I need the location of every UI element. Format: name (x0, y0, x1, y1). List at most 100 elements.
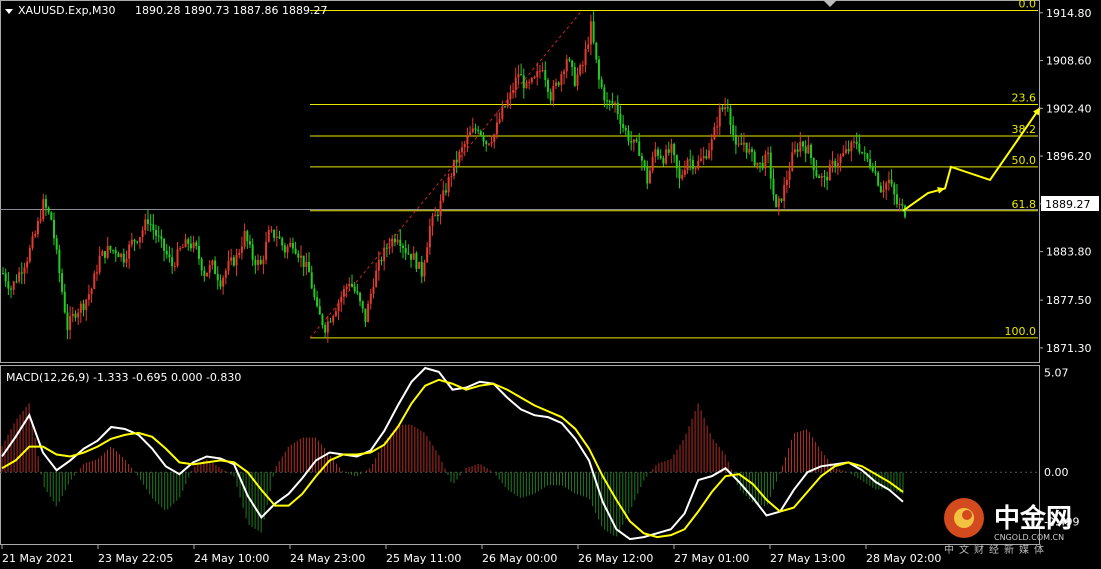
candle-body (718, 107, 721, 127)
candle-body (66, 312, 69, 330)
candle-body (77, 312, 80, 318)
candle-body (831, 160, 834, 165)
candle-body (525, 82, 528, 89)
candle-body (571, 60, 574, 68)
candle-body (431, 216, 434, 227)
candle-body (855, 141, 858, 144)
candle-body (756, 162, 759, 166)
candle-body (726, 107, 729, 109)
candle-body (302, 255, 305, 268)
candle-body (769, 152, 772, 179)
candle-body (399, 239, 402, 246)
candle-body (842, 153, 845, 157)
time-axis-label: 21 May 2021 (2, 552, 74, 565)
candle-body (879, 185, 882, 193)
candle-body (796, 149, 799, 152)
candle-body (807, 144, 810, 154)
candle-body (235, 255, 238, 266)
candle-body (216, 274, 219, 281)
candle-body (504, 106, 507, 108)
candle-body (678, 168, 681, 179)
candle-body (286, 246, 289, 253)
candle-body (332, 316, 335, 322)
candle-body (82, 303, 85, 311)
candle-body (53, 219, 56, 239)
candle-body (324, 325, 327, 333)
candle-body (267, 230, 270, 242)
candle-body (109, 245, 112, 251)
candle-body (219, 280, 222, 287)
candle-body (785, 180, 788, 186)
candle-body (203, 270, 206, 277)
candle-body (810, 144, 813, 159)
candle-body (697, 160, 700, 169)
symbol-timeframe: XAUUSD.Exp,M30 (18, 4, 116, 17)
candle-body (294, 248, 297, 254)
candle-body (485, 141, 488, 145)
candle-body (426, 247, 429, 263)
candle-body (257, 259, 260, 265)
candle-body (479, 131, 482, 136)
candle-body (487, 143, 490, 145)
watermark-tagline: 中文财经新媒体 (944, 543, 1049, 556)
candle-body (18, 272, 21, 282)
candle-body (804, 146, 807, 154)
candle-body (138, 237, 141, 243)
candle-body (501, 106, 504, 120)
candle-body (372, 286, 375, 294)
candle-body (444, 190, 447, 193)
candle-body (337, 302, 340, 312)
candle (877, 171, 880, 187)
price-axis-label: 1914.80 (1046, 7, 1092, 20)
candle-body (407, 253, 410, 255)
candle-body (675, 155, 678, 169)
candle-body (632, 139, 635, 143)
candle-body (708, 150, 711, 159)
candle-body (627, 130, 630, 142)
candle-body (359, 292, 362, 302)
candle-body (863, 152, 866, 154)
price-axis-label: 1883.80 (1046, 246, 1092, 259)
candle-body (839, 156, 842, 164)
candle-body (356, 291, 359, 293)
time-axis-label: 26 May 12:00 (578, 552, 653, 565)
candle-body (589, 21, 592, 45)
candle-body (259, 259, 262, 265)
candle-body (890, 179, 893, 185)
candle-body (815, 170, 818, 177)
candle-body (608, 101, 611, 103)
candle-body (826, 176, 829, 181)
watermark-brand-cn: 中金网 (994, 503, 1072, 534)
candle-body (702, 156, 705, 159)
candle-body (184, 239, 187, 248)
candle-body (155, 230, 158, 236)
candle-body (458, 151, 461, 163)
candle-body (844, 149, 847, 154)
candle-body (791, 152, 794, 171)
candle-body (98, 255, 101, 273)
candle-body (23, 267, 26, 274)
candle-body (367, 303, 370, 323)
candle-body (818, 176, 821, 179)
candle-body (874, 171, 877, 173)
candle-body (412, 253, 415, 260)
candle-body (329, 321, 332, 323)
candle-body (125, 258, 128, 263)
chart-svg: 0.023.638.250.061.8100.0 1914.801908.601… (0, 0, 1101, 569)
candle-body (385, 247, 388, 249)
candle-body (348, 283, 351, 287)
candle-body (383, 247, 386, 262)
candle-body (858, 143, 861, 152)
candle-body (20, 272, 23, 274)
candle-body (565, 59, 568, 72)
candle-body (654, 149, 657, 157)
candle-body (415, 253, 418, 269)
candle-body (434, 214, 437, 217)
candle-body (509, 92, 512, 100)
candle-body (544, 70, 547, 80)
candle-body (313, 288, 316, 298)
candle-body (568, 59, 571, 61)
candle-body (759, 162, 762, 164)
candle-body (195, 242, 198, 246)
candle-body (85, 299, 88, 311)
